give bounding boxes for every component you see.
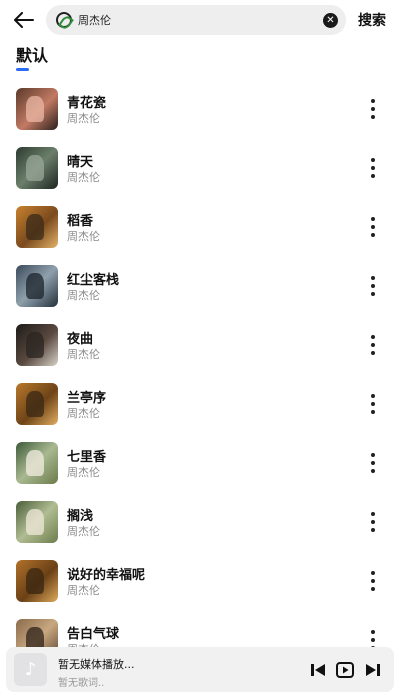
more-options-icon[interactable] (368, 512, 378, 532)
song-artist: 周杰伦 (67, 289, 100, 302)
album-cover (16, 383, 58, 425)
tab-indicator (16, 68, 29, 71)
list-item[interactable]: 兰亭序 周杰伦 (0, 374, 400, 433)
list-item[interactable]: 晴天 周杰伦 (0, 138, 400, 197)
song-title: 稻香 (67, 214, 94, 229)
list-item[interactable]: 夜曲 周杰伦 (0, 315, 400, 374)
song-artist: 周杰伦 (67, 348, 100, 361)
more-options-icon[interactable] (368, 217, 378, 237)
album-cover (16, 206, 58, 248)
list-item[interactable]: 搁浅 周杰伦 (0, 492, 400, 551)
album-cover (16, 147, 58, 189)
music-note-icon: ♪ (14, 653, 47, 686)
more-options-icon[interactable] (368, 158, 378, 178)
song-title: 青花瓷 (67, 96, 107, 111)
search-box: ✕ (46, 5, 346, 35)
album-cover (16, 501, 58, 543)
list-item[interactable]: 青花瓷 周杰伦 (0, 79, 400, 138)
song-artist: 周杰伦 (67, 112, 100, 125)
list-item[interactable]: 说好的幸福呢 周杰伦 (0, 551, 400, 610)
song-title: 告白气球 (67, 627, 120, 642)
more-options-icon[interactable] (368, 335, 378, 355)
tab-default[interactable]: 默认 (16, 42, 48, 66)
previous-icon[interactable] (309, 662, 327, 678)
top-bar: ✕ 搜索 (0, 0, 400, 40)
song-artist: 周杰伦 (67, 171, 100, 184)
search-input[interactable] (78, 5, 318, 35)
back-button[interactable] (10, 6, 38, 34)
song-artist: 周杰伦 (67, 230, 100, 243)
song-title: 说好的幸福呢 (67, 568, 146, 583)
more-options-icon[interactable] (368, 394, 378, 414)
arrow-left-icon (14, 12, 34, 28)
song-title: 兰亭序 (67, 391, 107, 406)
album-cover (16, 88, 58, 130)
play-icon[interactable] (336, 662, 354, 678)
album-cover (16, 560, 58, 602)
song-artist: 周杰伦 (67, 525, 100, 538)
list-item[interactable]: 七里香 周杰伦 (0, 433, 400, 492)
album-cover (16, 442, 58, 484)
now-playing-lyrics: 暂无歌词.. (58, 678, 105, 689)
app-logo-icon (56, 12, 72, 28)
search-button[interactable]: 搜索 (358, 10, 386, 30)
list-item[interactable]: 红尘客栈 周杰伦 (0, 256, 400, 315)
mini-player[interactable]: ♪ 暂无媒体播放... 暂无歌词.. (6, 647, 394, 692)
more-options-icon[interactable] (368, 276, 378, 296)
now-playing-title: 暂无媒体播放... (58, 658, 135, 671)
album-cover (16, 324, 58, 366)
song-title: 红尘客栈 (67, 273, 120, 288)
album-cover (16, 265, 58, 307)
song-artist: 周杰伦 (67, 466, 100, 479)
more-options-icon[interactable] (368, 99, 378, 119)
more-options-icon[interactable] (368, 571, 378, 591)
more-options-icon[interactable] (368, 453, 378, 473)
next-icon[interactable] (364, 662, 382, 678)
song-artist: 周杰伦 (67, 584, 100, 597)
song-title: 搁浅 (67, 509, 94, 524)
song-title: 七里香 (67, 450, 107, 465)
list-item[interactable]: 稻香 周杰伦 (0, 197, 400, 256)
song-artist: 周杰伦 (67, 407, 100, 420)
clear-search-icon[interactable]: ✕ (323, 13, 338, 28)
song-title: 晴天 (67, 155, 94, 170)
song-title: 夜曲 (67, 332, 94, 347)
